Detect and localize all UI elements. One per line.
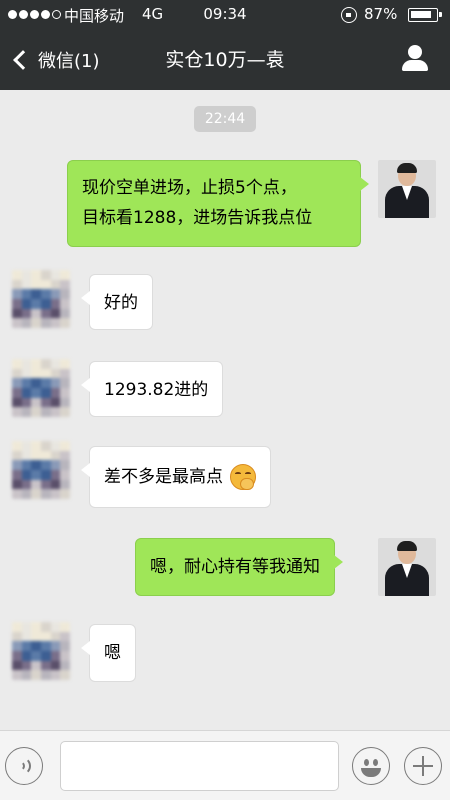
battery-icon bbox=[408, 8, 442, 22]
hand-over-mouth-emoji-icon bbox=[230, 464, 257, 490]
message-text: 嗯 bbox=[104, 643, 121, 663]
message-text: 好的 bbox=[104, 293, 138, 313]
contact-avatar[interactable] bbox=[12, 622, 70, 680]
battery-percent: 87% bbox=[364, 5, 398, 23]
message-bubble-received[interactable]: 差不多是最高点 bbox=[80, 446, 272, 508]
message-text: 1293.82进的 bbox=[104, 380, 209, 400]
message-input[interactable] bbox=[60, 741, 339, 791]
message-timestamp: 22:44 bbox=[194, 106, 256, 132]
voice-icon bbox=[15, 757, 33, 775]
message-bubble-sent[interactable]: 嗯，耐心持有等我通知 bbox=[135, 538, 343, 596]
my-avatar[interactable] bbox=[378, 538, 436, 596]
rotation-lock-icon bbox=[341, 7, 357, 23]
contact-avatar[interactable] bbox=[12, 359, 70, 417]
voice-button[interactable] bbox=[5, 747, 43, 785]
message-bubble-received[interactable]: 好的 bbox=[81, 274, 153, 330]
contact-avatar[interactable] bbox=[12, 270, 70, 328]
chat-title: 实仓10万—袁 bbox=[165, 49, 285, 71]
nav-bar: 微信(1) 实仓10万—袁 bbox=[0, 30, 450, 90]
message-text: 现价空单进场，止损5个点， bbox=[82, 178, 297, 198]
plus-icon[interactable] bbox=[404, 747, 442, 785]
smiley-icon[interactable] bbox=[352, 747, 390, 785]
input-bar bbox=[0, 730, 450, 800]
contact-avatar[interactable] bbox=[12, 441, 70, 499]
my-avatar[interactable] bbox=[378, 160, 436, 218]
status-bar: 中国移动 4G 09:34 87% bbox=[0, 0, 450, 30]
person-icon[interactable] bbox=[400, 44, 430, 74]
message-bubble-received[interactable]: 嗯 bbox=[81, 624, 136, 682]
top-bar: 中国移动 4G 09:34 87% 微信(1) 实仓10万—袁 bbox=[0, 0, 450, 90]
message-bubble-received[interactable]: 1293.82进的 bbox=[80, 361, 224, 417]
message-text: 差不多是最高点 bbox=[104, 467, 223, 487]
message-bubble-sent[interactable]: 现价空单进场，止损5个点， 目标看1288，进场告诉我点位 bbox=[67, 160, 369, 247]
message-text: 嗯，耐心持有等我通知 bbox=[150, 557, 320, 577]
message-text-line2: 目标看1288，进场告诉我点位 bbox=[82, 208, 313, 228]
